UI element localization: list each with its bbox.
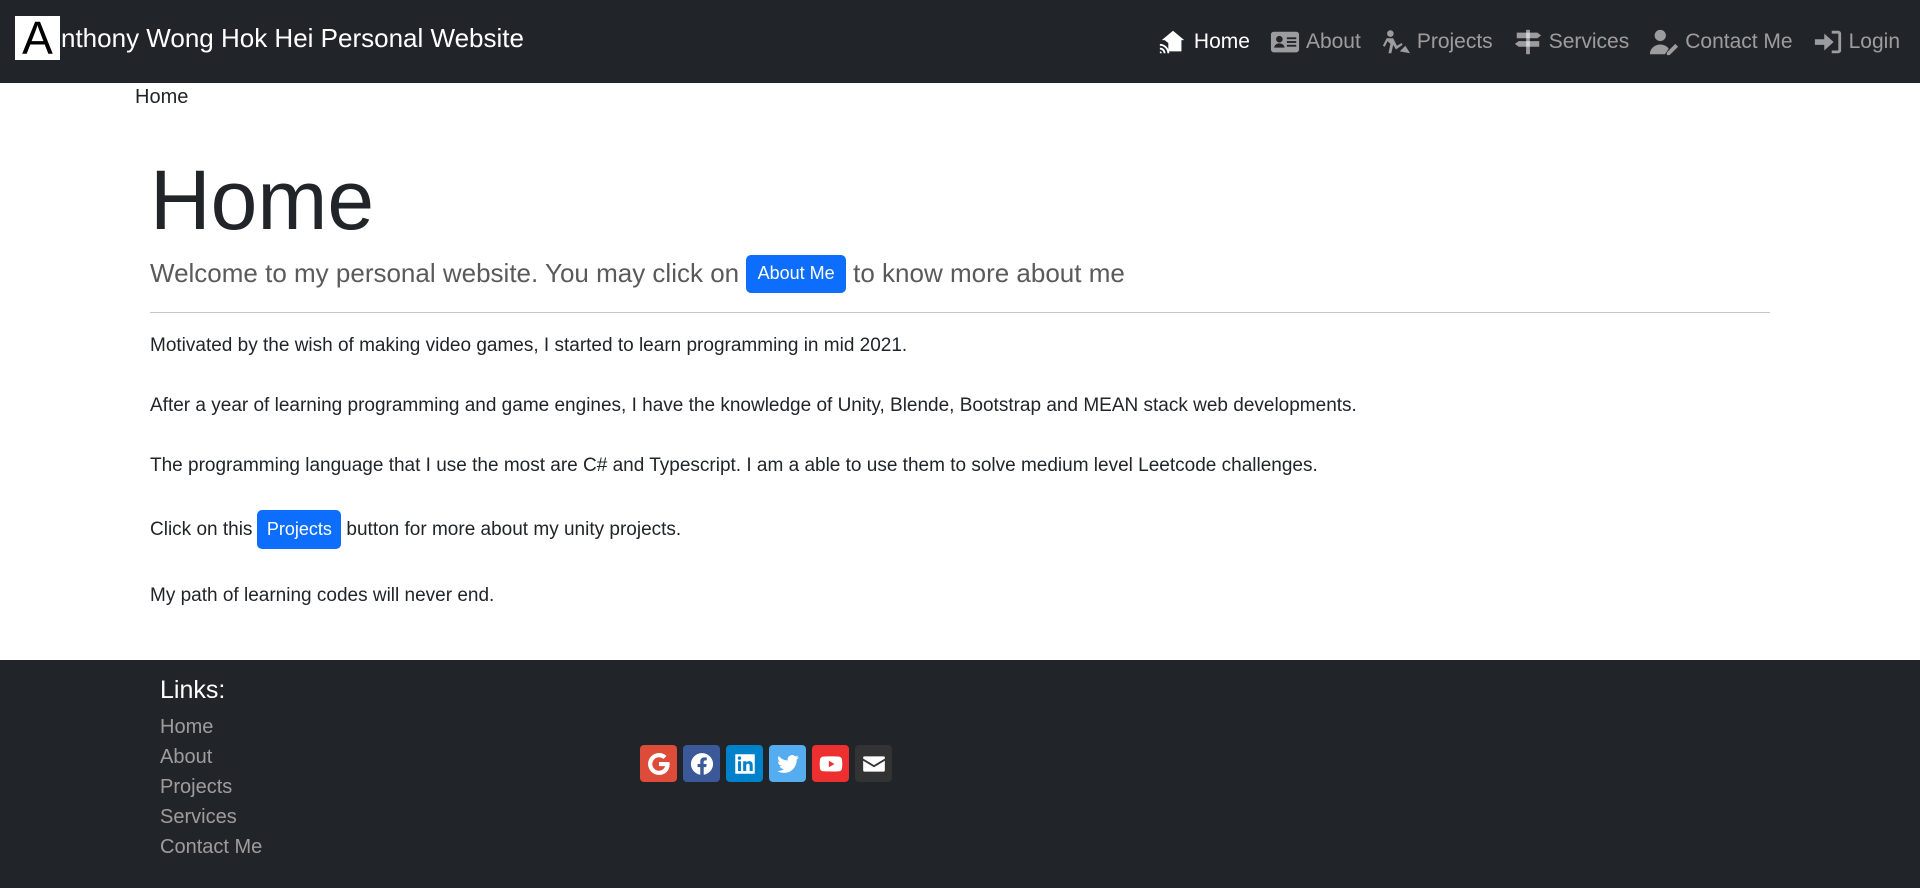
nav-item-about[interactable]: About — [1270, 28, 1361, 56]
paragraph-languages: The programming language that I use the … — [150, 455, 1318, 476]
paragraph-projects: Click on this Projects button for more a… — [150, 510, 681, 549]
footer-links-title: Links: — [160, 676, 226, 704]
projects-text-before: Click on this — [150, 518, 253, 540]
divider — [150, 311, 1770, 313]
twitter-button[interactable] — [769, 745, 806, 782]
right-to-bracket-icon — [1814, 30, 1841, 54]
footer-link-home[interactable]: Home — [160, 712, 262, 742]
nav-item-contact[interactable]: Contact Me — [1649, 28, 1793, 56]
nav-item-services[interactable]: Services — [1513, 28, 1630, 56]
paragraph-knowledge: After a year of learning programming and… — [150, 395, 1357, 416]
page-title: Home — [150, 153, 375, 247]
facebook-icon — [690, 752, 713, 775]
main-content: Home Welcome to my personal website. You… — [150, 150, 1770, 606]
footer-link-contact[interactable]: Contact Me — [160, 832, 262, 862]
footer-links: Home About Projects Services Contact Me — [160, 712, 262, 862]
lead-text-after: to know more about me — [853, 258, 1125, 289]
breadcrumb-current: Home — [135, 86, 189, 108]
navbar: A nthony Wong Hok Hei Personal Website H… — [0, 0, 1920, 83]
nav-label-home: Home — [1193, 30, 1250, 53]
user-pen-icon — [1650, 29, 1679, 56]
facebook-button[interactable] — [683, 745, 720, 782]
house-signal-icon — [1159, 30, 1185, 54]
nav-label-login: Login — [1848, 30, 1900, 53]
footer-link-about[interactable]: About — [160, 742, 262, 772]
social-links — [640, 745, 892, 782]
linkedin-icon — [734, 753, 755, 774]
footer: Links: Home About Projects Services Cont… — [0, 660, 1920, 888]
projects-button[interactable]: Projects — [257, 510, 342, 549]
main-nav: Home About Projects Services Contact Me … — [1158, 22, 1900, 62]
nav-label-services: Services — [1548, 30, 1630, 53]
signs-post-icon — [1514, 29, 1541, 55]
email-button[interactable] — [855, 745, 892, 782]
paragraph-closing: My path of learning codes will never end… — [150, 585, 495, 606]
footer-link-projects[interactable]: Projects — [160, 772, 262, 802]
brand-logo: A — [15, 15, 60, 61]
brand-link[interactable]: A nthony Wong Hok Hei Personal Website — [15, 15, 524, 61]
about-me-button[interactable]: About Me — [746, 254, 847, 293]
nav-item-projects[interactable]: Projects — [1381, 28, 1493, 56]
brand-title: nthony Wong Hok Hei Personal Website — [61, 22, 524, 53]
lead-text-before: Welcome to my personal website. You may … — [150, 258, 740, 289]
email-icon — [862, 755, 885, 772]
projects-text-after: button for more about my unity projects. — [346, 518, 682, 540]
nav-label-projects: Projects — [1416, 30, 1493, 53]
nav-label-contact: Contact Me — [1685, 30, 1793, 53]
paragraph-motivation: Motivated by the wish of making video ga… — [150, 335, 908, 356]
nav-item-home[interactable]: Home — [1158, 28, 1250, 56]
google-button[interactable] — [640, 745, 677, 782]
welcome-lead: Welcome to my personal website. You may … — [150, 254, 1770, 293]
address-card-icon — [1270, 31, 1299, 53]
footer-link-services[interactable]: Services — [160, 802, 262, 832]
nav-label-about: About — [1305, 30, 1361, 53]
person-digging-icon — [1382, 30, 1410, 54]
youtube-button[interactable] — [812, 745, 849, 782]
linkedin-button[interactable] — [726, 745, 763, 782]
nav-item-login[interactable]: Login — [1813, 28, 1900, 56]
breadcrumb: Home — [135, 86, 188, 109]
twitter-icon — [776, 754, 799, 773]
google-icon — [647, 752, 670, 775]
youtube-icon — [819, 755, 842, 772]
